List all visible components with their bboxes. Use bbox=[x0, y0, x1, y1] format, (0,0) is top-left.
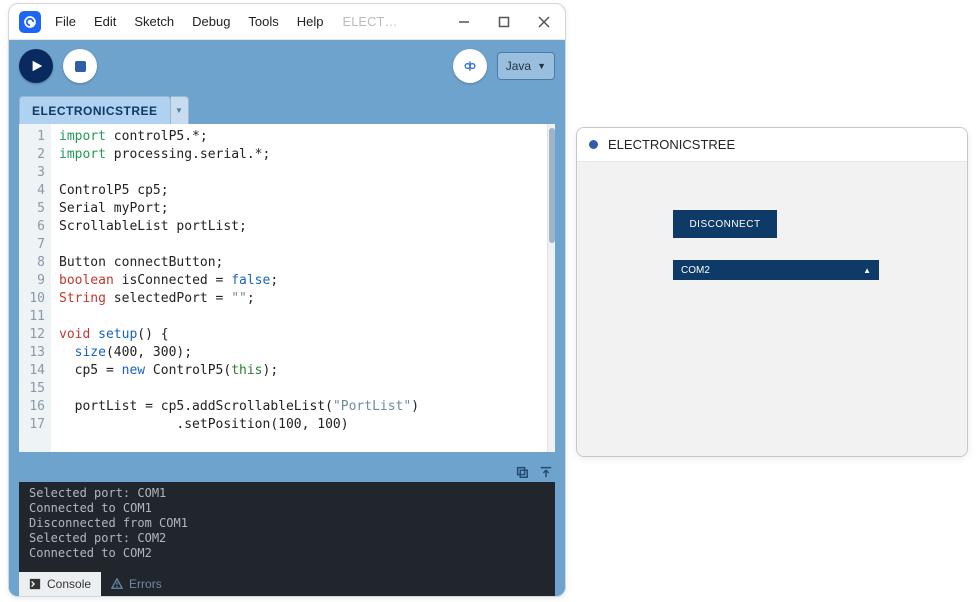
disconnect-button-label: DISCONNECT bbox=[689, 219, 760, 230]
sketch-titlebar: ELECTRONICSTREE bbox=[577, 128, 967, 162]
port-dropdown[interactable]: COM2 ▲ bbox=[673, 260, 879, 280]
copy-icon[interactable] bbox=[515, 465, 529, 479]
sketch-tab-row: ELECTRONICSTREE ▼ bbox=[9, 92, 565, 124]
chevron-down-icon: ▼ bbox=[537, 61, 546, 71]
tab-menu-button[interactable]: ▼ bbox=[171, 96, 189, 124]
bug-icon bbox=[462, 58, 478, 74]
errors-tab[interactable]: Errors bbox=[101, 572, 172, 596]
minimize-button[interactable] bbox=[453, 11, 475, 33]
menu-debug[interactable]: Debug bbox=[192, 14, 230, 29]
mode-label: Java bbox=[506, 59, 531, 73]
menu-file[interactable]: File bbox=[55, 14, 76, 29]
chevron-down-icon: ▼ bbox=[175, 106, 183, 115]
editor-scrollbar[interactable] bbox=[547, 124, 555, 452]
processing-logo-icon bbox=[19, 11, 41, 33]
console-tab[interactable]: Console bbox=[19, 572, 101, 596]
menu-edit[interactable]: Edit bbox=[94, 14, 116, 29]
chevron-up-icon: ▲ bbox=[863, 266, 871, 275]
run-button[interactable] bbox=[19, 49, 53, 83]
collapse-icon[interactable] bbox=[539, 465, 553, 479]
sketch-canvas: DISCONNECT COM2 ▲ bbox=[577, 162, 967, 456]
scrollbar-thumb[interactable] bbox=[549, 128, 555, 243]
line-number-gutter: 1234567891011121314151617 bbox=[19, 124, 51, 452]
code-area[interactable]: import controlP5.*;import processing.ser… bbox=[51, 124, 547, 452]
console-panel: Selected port: COM1Connected to COM1Disc… bbox=[9, 482, 565, 596]
disconnect-button[interactable]: DISCONNECT bbox=[673, 210, 777, 238]
terminal-icon bbox=[29, 578, 41, 590]
ide-toolbar: Java ▼ bbox=[9, 40, 565, 92]
ide-titlebar: File Edit Sketch Debug Tools Help ELECTR… bbox=[9, 4, 565, 40]
stop-icon bbox=[75, 61, 86, 72]
close-button[interactable] bbox=[533, 11, 555, 33]
console-tab-label: Console bbox=[47, 577, 91, 591]
processing-ide-window: File Edit Sketch Debug Tools Help ELECTR… bbox=[8, 3, 566, 597]
sketch-runtime-window: ELECTRONICSTREE DISCONNECT COM2 ▲ bbox=[576, 127, 968, 457]
console-toolbar bbox=[9, 462, 565, 482]
sketch-tab[interactable]: ELECTRONICSTREE bbox=[19, 96, 171, 124]
errors-tab-label: Errors bbox=[129, 577, 162, 591]
window-title: ELECTR… bbox=[343, 14, 403, 29]
sketch-window-title: ELECTRONICSTREE bbox=[608, 137, 735, 152]
mode-selector[interactable]: Java ▼ bbox=[497, 52, 555, 80]
warning-icon bbox=[111, 578, 123, 590]
menu-tools[interactable]: Tools bbox=[248, 14, 278, 29]
sketch-icon bbox=[589, 140, 598, 149]
stop-button[interactable] bbox=[63, 49, 97, 83]
ide-menu-bar: File Edit Sketch Debug Tools Help bbox=[55, 14, 324, 29]
sketch-tab-label: ELECTRONICSTREE bbox=[32, 104, 158, 118]
port-dropdown-value: COM2 bbox=[681, 265, 710, 276]
maximize-button[interactable] bbox=[493, 11, 515, 33]
code-editor[interactable]: 1234567891011121314151617 import control… bbox=[19, 124, 555, 452]
menu-help[interactable]: Help bbox=[297, 14, 324, 29]
console-output[interactable]: Selected port: COM1Connected to COM1Disc… bbox=[19, 482, 555, 570]
menu-sketch[interactable]: Sketch bbox=[134, 14, 174, 29]
debugger-button[interactable] bbox=[453, 49, 487, 83]
